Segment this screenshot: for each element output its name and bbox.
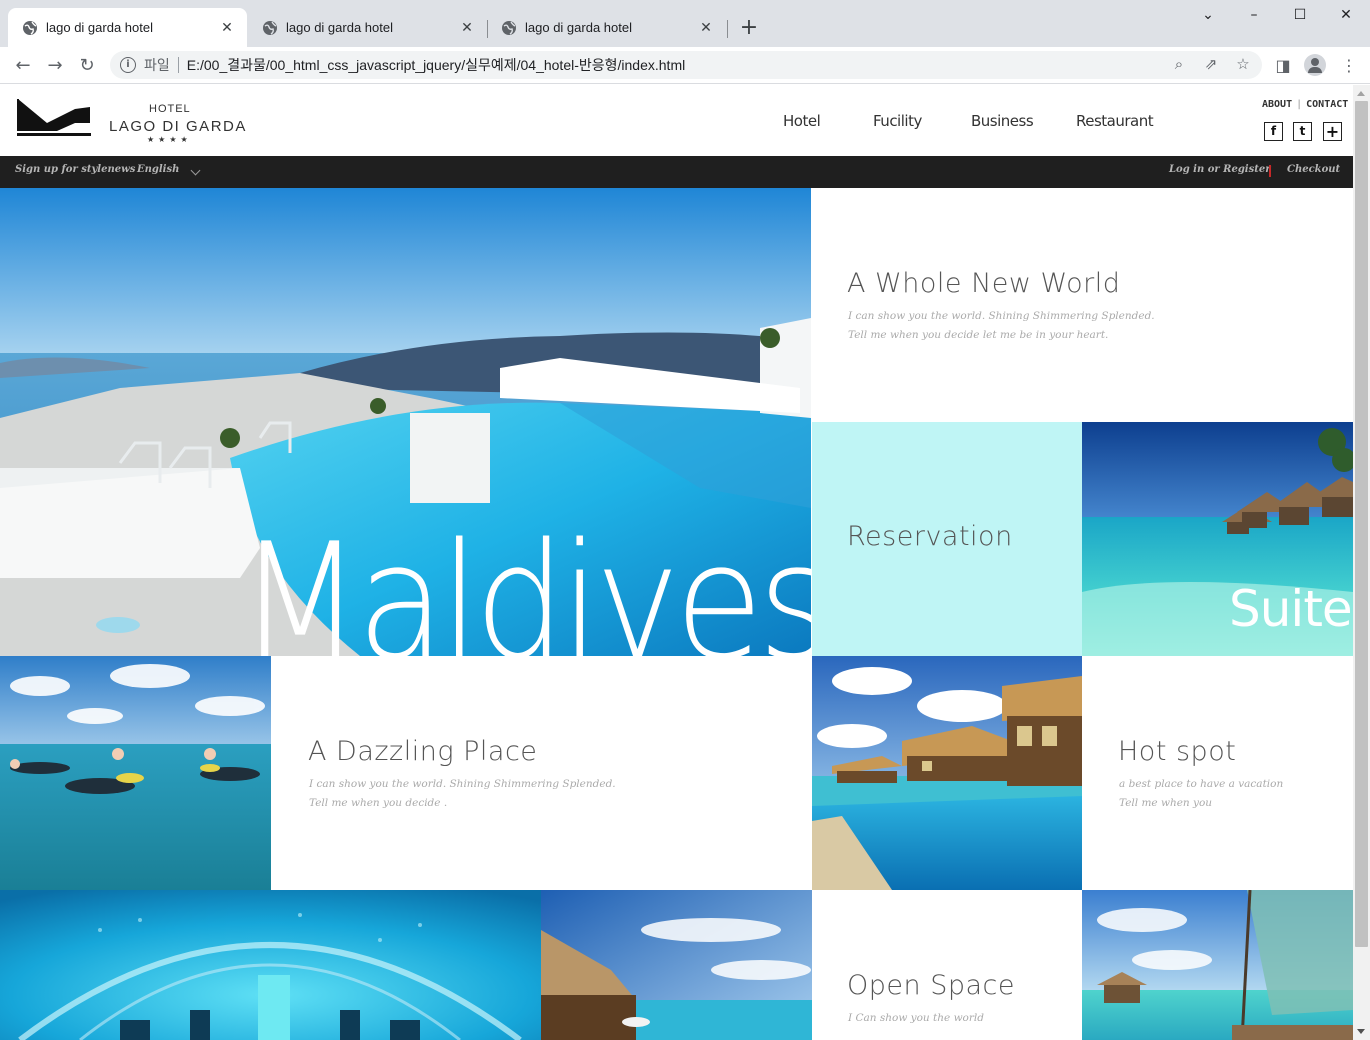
logo-title: LAGO DI GARDA (109, 118, 247, 135)
beach-bungalow-image[interactable] (541, 890, 812, 1040)
tab-title: lago di garda hotel (525, 20, 632, 35)
scroll-down-arrow-icon[interactable] (1357, 1029, 1365, 1034)
divider: | (1296, 99, 1303, 110)
login-link[interactable]: Log in or Register (1169, 164, 1271, 175)
snorkel-photo (0, 656, 271, 890)
snorkeling-image[interactable] (0, 656, 271, 890)
checkout-link[interactable]: Checkout (1287, 164, 1340, 175)
language-select[interactable]: English (137, 164, 179, 175)
logo-stars: ★★★★ (147, 135, 192, 144)
tile-caption-line: I Can show you the world (848, 1012, 984, 1024)
browser-tab-strip: lago di garda hotel ✕ lago di garda hote… (0, 0, 1370, 47)
tab-title: lago di garda hotel (286, 20, 393, 35)
site-header: HOTEL LAGO DI GARDA ★★★★ Hotel Fucility … (0, 85, 1353, 156)
logo-subtitle: HOTEL (149, 103, 191, 115)
hero-title: Maldives (238, 508, 811, 656)
menu-kebab-icon[interactable]: ⋮ (1336, 53, 1362, 79)
page-scrollbar[interactable] (1353, 85, 1370, 1040)
suite-title: Suite (1229, 580, 1353, 638)
tile-caption-line: Tell me when you decide . (309, 797, 448, 809)
nav-hotel[interactable]: Hotel (783, 112, 821, 130)
tab-separator (727, 20, 728, 38)
tile-caption-line: Tell me when you (1119, 797, 1213, 809)
villa-photo (812, 656, 1082, 890)
scheme-label: 파일 (144, 57, 170, 73)
dazzling-place-tile[interactable]: A Dazzling Place I can show you the worl… (271, 656, 812, 890)
tile-title: Hot spot (1118, 736, 1237, 767)
tile-title: A Dazzling Place (308, 736, 538, 767)
address-bar[interactable]: i 파일 E:/00_결과물/00_html_css_javascript_jq… (110, 51, 1262, 79)
plus-icon[interactable]: + (1323, 122, 1342, 141)
open-space-tile[interactable]: Open Space I Can show you the world (812, 890, 1082, 1040)
browser-tab-2[interactable]: lago di garda hotel ✕ (248, 8, 487, 47)
tile-caption-line: a best place to have a vacation (1119, 778, 1284, 790)
reservation-tile[interactable]: Reservation (812, 422, 1082, 656)
signup-link[interactable]: Sign up for stylenews (15, 164, 135, 175)
divider (1269, 165, 1271, 177)
tile-caption-line: Tell me when you decide let me be in you… (848, 329, 1109, 341)
sailboat-image[interactable] (1082, 890, 1353, 1040)
tab-search-chevron-icon[interactable]: ⌄ (1185, 4, 1231, 26)
contact-link[interactable]: CONTACT (1306, 99, 1348, 110)
browser-toolbar: ← → ↻ i 파일 E:/00_결과물/00_html_css_javascr… (0, 47, 1370, 84)
scrollbar-thumb[interactable] (1355, 101, 1368, 947)
back-arrow-icon[interactable]: ← (10, 53, 36, 79)
nav-restaurant[interactable]: Restaurant (1076, 112, 1154, 130)
bookmark-star-icon[interactable]: ☆ (1229, 51, 1257, 79)
tile-caption-line: I can show you the world. Shining Shimme… (848, 310, 1155, 322)
close-icon[interactable]: ✕ (459, 19, 475, 36)
share-icon[interactable]: ⇗ (1197, 51, 1225, 79)
info-icon[interactable]: i (120, 57, 136, 73)
underwater-photo (0, 890, 541, 1040)
new-tab-button[interactable]: + (738, 17, 760, 39)
hero-maldives-image[interactable]: Maldives (0, 188, 811, 656)
sailboat-photo (1082, 890, 1353, 1040)
side-panel-icon[interactable]: ◨ (1270, 53, 1296, 79)
globe-icon (23, 20, 37, 35)
facebook-icon[interactable]: f (1264, 122, 1283, 141)
profile-avatar-icon[interactable] (1304, 54, 1326, 76)
close-icon[interactable]: ✕ (698, 19, 714, 36)
bungalow-photo (541, 890, 812, 1040)
reload-icon[interactable]: ↻ (74, 53, 100, 79)
hotel-logo[interactable]: HOTEL LAGO DI GARDA ★★★★ (17, 97, 245, 147)
tile-title: Open Space (847, 970, 1015, 1001)
whole-new-world-tile[interactable]: A Whole New World I can show you the wor… (812, 188, 1353, 422)
suite-tile[interactable]: Suite (1082, 422, 1353, 656)
logo-mark-icon (17, 99, 91, 136)
reservation-title: Reservation (847, 521, 1013, 552)
tile-title: A Whole New World (847, 268, 1121, 299)
divider (177, 57, 179, 73)
top-utility-bar: Sign up for stylenews English Log in or … (0, 156, 1353, 188)
chevron-down-icon[interactable] (190, 165, 201, 176)
maximize-button[interactable]: ☐ (1277, 4, 1323, 26)
util-links: ABOUT | CONTACT (1262, 99, 1348, 110)
tile-caption-line: I can show you the world. Shining Shimme… (309, 778, 616, 790)
about-link[interactable]: ABOUT (1262, 99, 1292, 110)
resort-villa-image[interactable] (812, 656, 1082, 890)
close-icon[interactable]: ✕ (219, 19, 235, 36)
browser-tab-3[interactable]: lago di garda hotel ✕ (487, 8, 726, 47)
scroll-up-arrow-icon[interactable] (1357, 91, 1365, 96)
minimize-button[interactable]: – (1231, 4, 1277, 26)
globe-icon (263, 20, 277, 35)
nav-business[interactable]: Business (971, 112, 1034, 130)
underwater-restaurant-image[interactable] (0, 890, 541, 1040)
page-viewport: HOTEL LAGO DI GARDA ★★★★ Hotel Fucility … (0, 85, 1353, 1040)
zoom-icon[interactable]: ⌕ (1165, 51, 1193, 79)
nav-fucility[interactable]: Fucility (873, 112, 922, 130)
globe-icon (502, 20, 516, 35)
browser-tab-1[interactable]: lago di garda hotel ✕ (8, 8, 247, 47)
tab-title: lago di garda hotel (46, 20, 153, 35)
hot-spot-tile[interactable]: Hot spot a best place to have a vacation… (1082, 656, 1353, 890)
close-window-button[interactable]: ✕ (1323, 4, 1369, 26)
forward-arrow-icon[interactable]: → (42, 53, 68, 79)
twitter-icon[interactable]: t (1293, 122, 1312, 141)
url-text[interactable]: E:/00_결과물/00_html_css_javascript_jquery/… (187, 55, 685, 75)
